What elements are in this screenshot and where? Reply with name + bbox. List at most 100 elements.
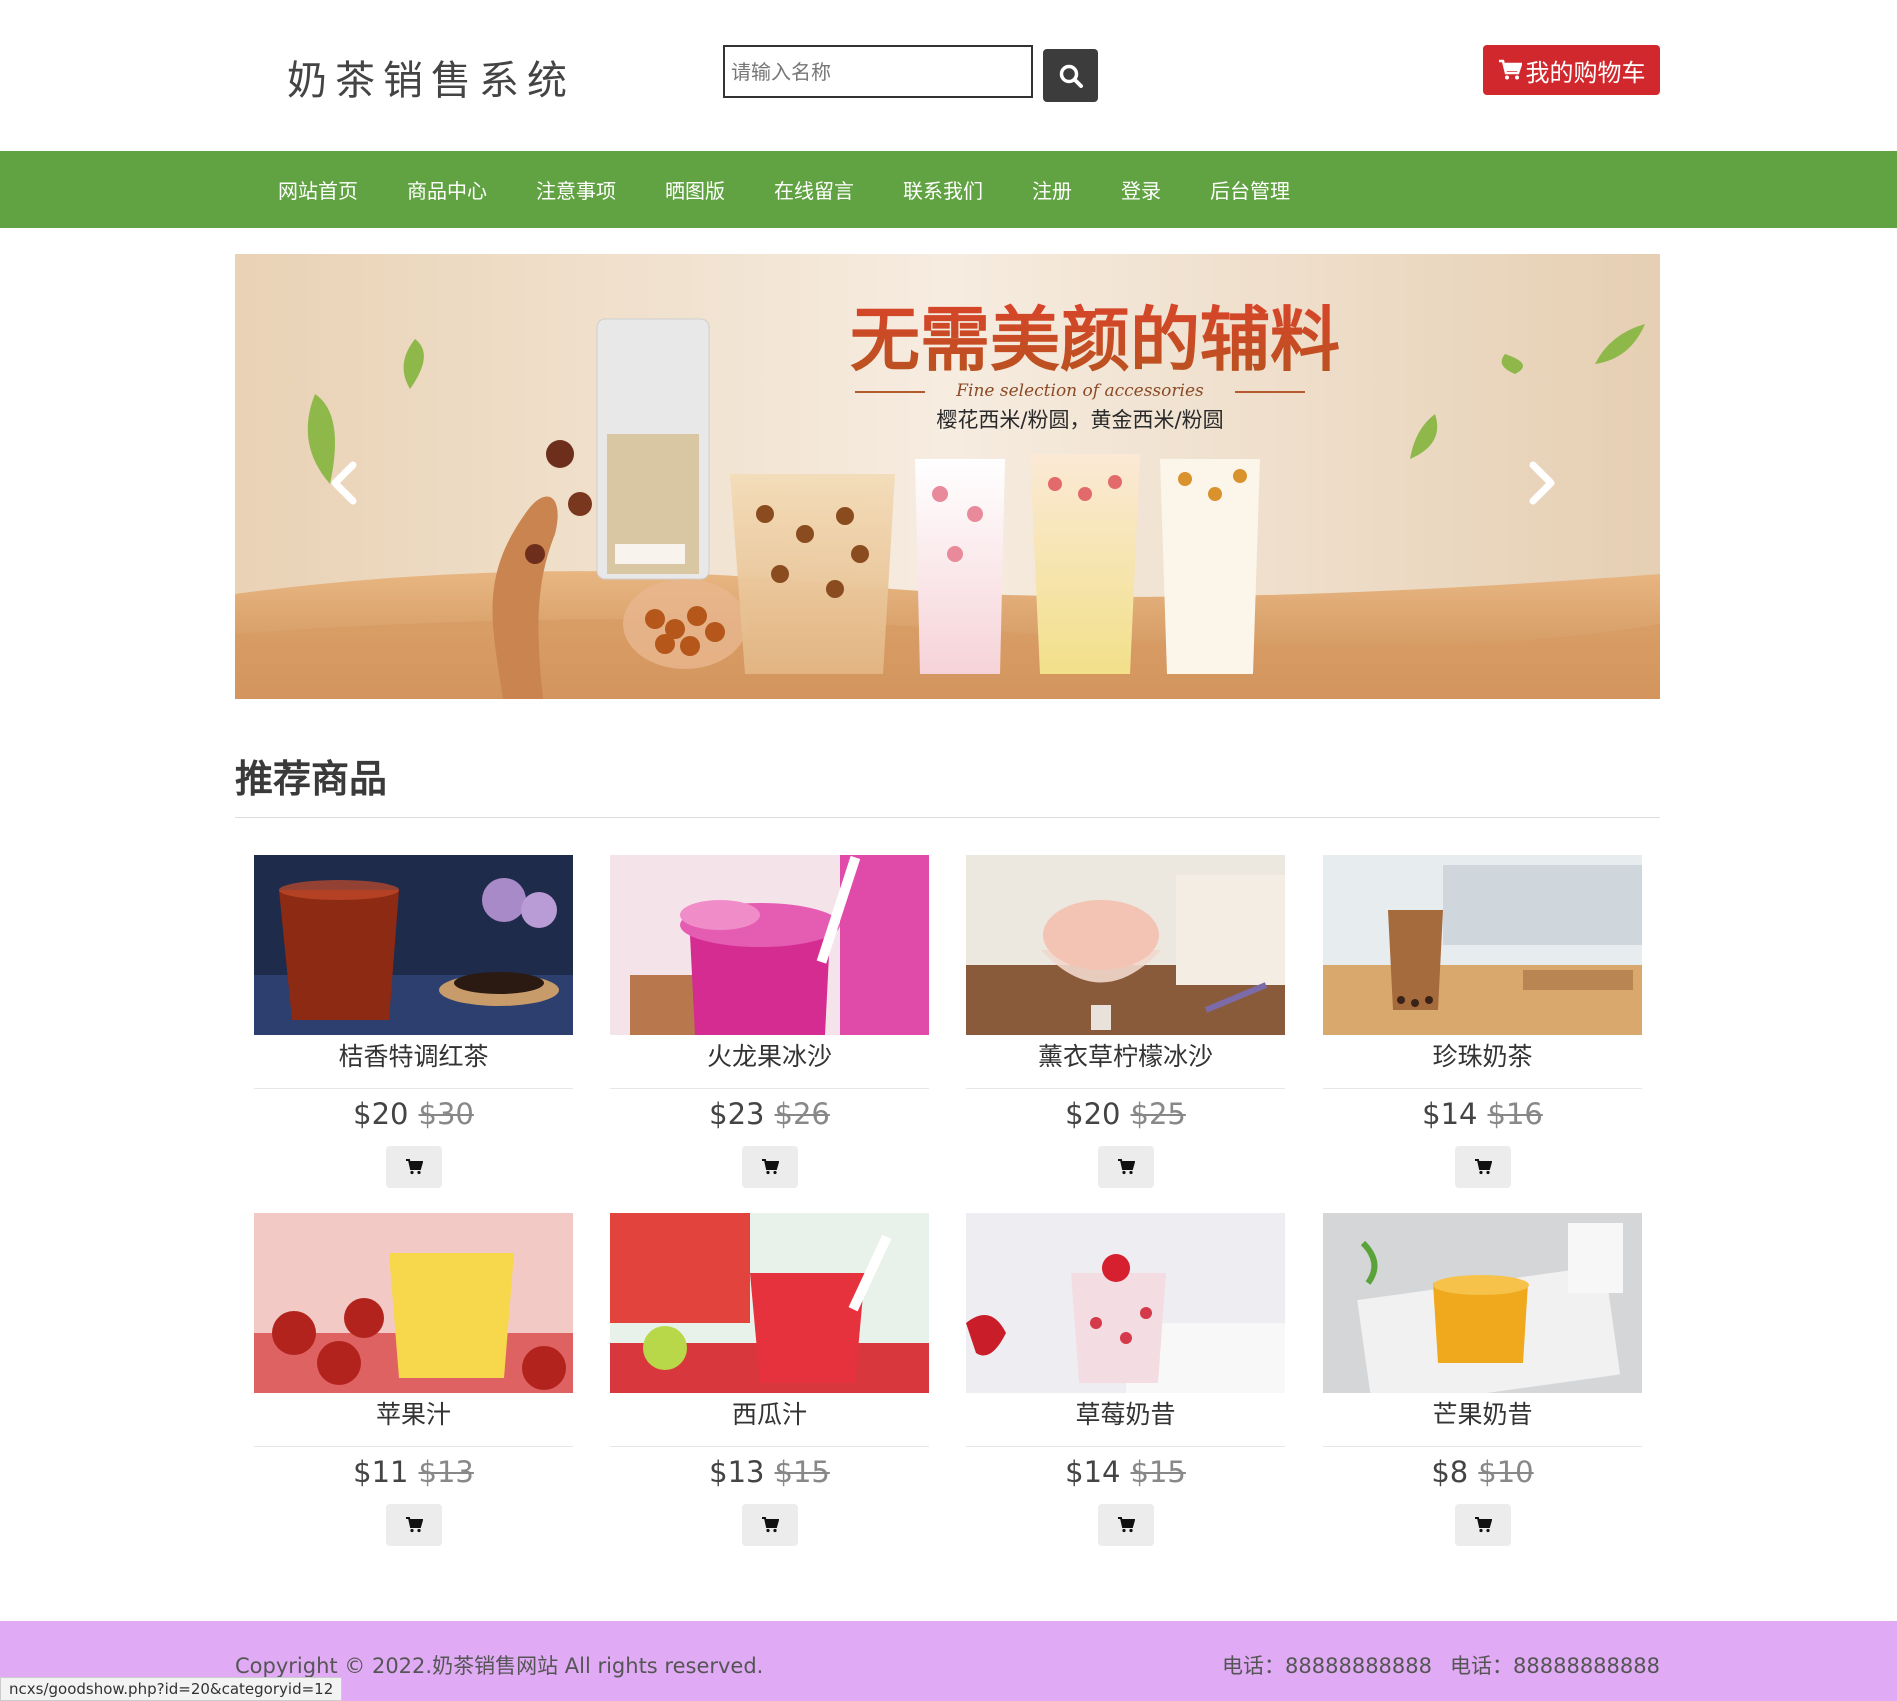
product-price-row: $20 $25 (966, 1097, 1285, 1131)
nav-photo-board[interactable]: 晒图版 (665, 175, 725, 204)
section-divider (235, 817, 1660, 818)
my-cart-button[interactable]: 我的购物车 (1483, 45, 1660, 95)
main-nav: 网站首页 商品中心 注意事项 晒图版 在线留言 联系我们 注册 登录 后台管理 (0, 151, 1897, 228)
cart-icon (1118, 1517, 1135, 1533)
product-price-row: $11 $13 (254, 1455, 573, 1489)
product-price: $13 (709, 1455, 765, 1489)
product-price-row: $8 $10 (1323, 1455, 1642, 1489)
product-name[interactable]: 火龙果冰沙 (610, 1037, 929, 1073)
product-name[interactable]: 西瓜汁 (610, 1395, 929, 1431)
card-divider (610, 1446, 929, 1447)
product-price-row: $14 $16 (1323, 1097, 1642, 1131)
site-title: 奶茶销售系统 (287, 58, 575, 104)
card-divider (966, 1088, 1285, 1089)
product-price: $14 (1065, 1455, 1121, 1489)
add-to-cart-button[interactable] (742, 1504, 798, 1546)
product-image-strawberry-shake[interactable] (966, 1213, 1285, 1393)
footer-phone: 电话：88888888888 (1222, 1654, 1433, 1678)
product-card: 珍珠奶茶 $14 $16 (1323, 855, 1642, 1195)
product-name[interactable]: 珍珠奶茶 (1323, 1037, 1642, 1073)
search-icon (1059, 64, 1083, 88)
add-to-cart-button[interactable] (1098, 1146, 1154, 1188)
footer-copyright: Copyright © 2022.奶茶销售网站 All rights reser… (235, 1654, 764, 1678)
banner-carousel[interactable]: 无需美颜的辅料 Fine selection of accessories 樱花… (235, 254, 1660, 699)
card-divider (610, 1088, 929, 1089)
product-price: $23 (709, 1097, 765, 1131)
product-old-price: $10 (1478, 1455, 1534, 1489)
product-old-price: $15 (1130, 1455, 1186, 1489)
card-divider (1323, 1088, 1642, 1089)
product-old-price: $30 (418, 1097, 474, 1131)
product-price-row: $14 $15 (966, 1455, 1285, 1489)
footer-contact: 电话：88888888888 电话：88888888888 (1222, 1650, 1660, 1680)
product-image-watermelon-juice[interactable] (610, 1213, 929, 1393)
search-input[interactable] (723, 45, 1033, 98)
browser-status-url: ncxs/goodshow.php?id=20&categoryid=12 (0, 1677, 343, 1701)
product-card: 火龙果冰沙 $23 $26 (610, 855, 929, 1195)
add-to-cart-button[interactable] (742, 1146, 798, 1188)
cart-icon (1475, 1517, 1492, 1533)
my-cart-label: 我的购物车 (1525, 58, 1646, 87)
product-price-row: $13 $15 (610, 1455, 929, 1489)
carousel-next-icon[interactable] (1525, 459, 1559, 507)
cart-icon (406, 1517, 423, 1533)
card-divider (254, 1446, 573, 1447)
product-price: $8 (1431, 1455, 1469, 1489)
product-price: $11 (353, 1455, 409, 1489)
cart-icon (1118, 1159, 1135, 1175)
card-divider (1323, 1446, 1642, 1447)
add-to-cart-button[interactable] (386, 1504, 442, 1546)
product-name[interactable]: 桔香特调红茶 (254, 1037, 573, 1073)
nav-notes[interactable]: 注意事项 (536, 175, 616, 204)
banner-headline: 无需美颜的辅料 (850, 299, 1340, 381)
add-to-cart-button[interactable] (1098, 1504, 1154, 1546)
product-name[interactable]: 草莓奶昔 (966, 1395, 1285, 1431)
nav-messages[interactable]: 在线留言 (774, 175, 854, 204)
product-name[interactable]: 芒果奶昔 (1323, 1395, 1642, 1431)
product-image-apple-juice[interactable] (254, 1213, 573, 1393)
product-name[interactable]: 苹果汁 (254, 1395, 573, 1431)
product-card: 苹果汁 $11 $13 (254, 1213, 573, 1553)
nav-login[interactable]: 登录 (1121, 175, 1161, 204)
product-old-price: $25 (1130, 1097, 1186, 1131)
carousel-prev-icon[interactable] (327, 459, 361, 507)
nav-admin[interactable]: 后台管理 (1210, 175, 1290, 204)
nav-contact[interactable]: 联系我们 (903, 175, 983, 204)
product-card: 薰衣草柠檬冰沙 $20 $25 (966, 855, 1285, 1195)
cart-icon (1475, 1159, 1492, 1175)
add-to-cart-button[interactable] (386, 1146, 442, 1188)
cart-icon (406, 1159, 423, 1175)
card-divider (966, 1446, 1285, 1447)
add-to-cart-button[interactable] (1455, 1146, 1511, 1188)
product-price: $20 (1065, 1097, 1121, 1131)
product-price: $14 (1422, 1097, 1478, 1131)
product-old-price: $26 (774, 1097, 830, 1131)
product-price-row: $23 $26 (610, 1097, 929, 1131)
card-divider (254, 1088, 573, 1089)
banner-image: 无需美颜的辅料 Fine selection of accessories 樱花… (235, 254, 1660, 699)
cart-icon (762, 1517, 779, 1533)
product-price: $20 (353, 1097, 409, 1131)
header: 奶茶销售系统 我的购物车 (0, 0, 1897, 151)
product-image-lavender-lemon[interactable] (966, 855, 1285, 1035)
product-card: 西瓜汁 $13 $15 (610, 1213, 929, 1553)
product-old-price: $15 (774, 1455, 830, 1489)
search-button[interactable] (1043, 49, 1098, 102)
cart-icon (1498, 59, 1522, 80)
product-card: 草莓奶昔 $14 $15 (966, 1213, 1285, 1553)
product-price-row: $20 $30 (254, 1097, 573, 1131)
product-image-bubble-tea[interactable] (1323, 855, 1642, 1035)
product-old-price: $13 (418, 1455, 474, 1489)
product-image-dragonfruit[interactable] (610, 855, 929, 1035)
nav-register[interactable]: 注册 (1032, 175, 1072, 204)
product-image-red-tea[interactable] (254, 855, 573, 1035)
product-name[interactable]: 薰衣草柠檬冰沙 (966, 1037, 1285, 1073)
product-card: 桔香特调红茶 $20 $30 (254, 855, 573, 1195)
product-card: 芒果奶昔 $8 $10 (1323, 1213, 1642, 1553)
add-to-cart-button[interactable] (1455, 1504, 1511, 1546)
footer-phone: 电话：88888888888 (1450, 1654, 1660, 1678)
cart-icon (762, 1159, 779, 1175)
nav-products[interactable]: 商品中心 (407, 175, 487, 204)
nav-home[interactable]: 网站首页 (278, 175, 358, 204)
product-image-mango-shake[interactable] (1323, 1213, 1642, 1393)
